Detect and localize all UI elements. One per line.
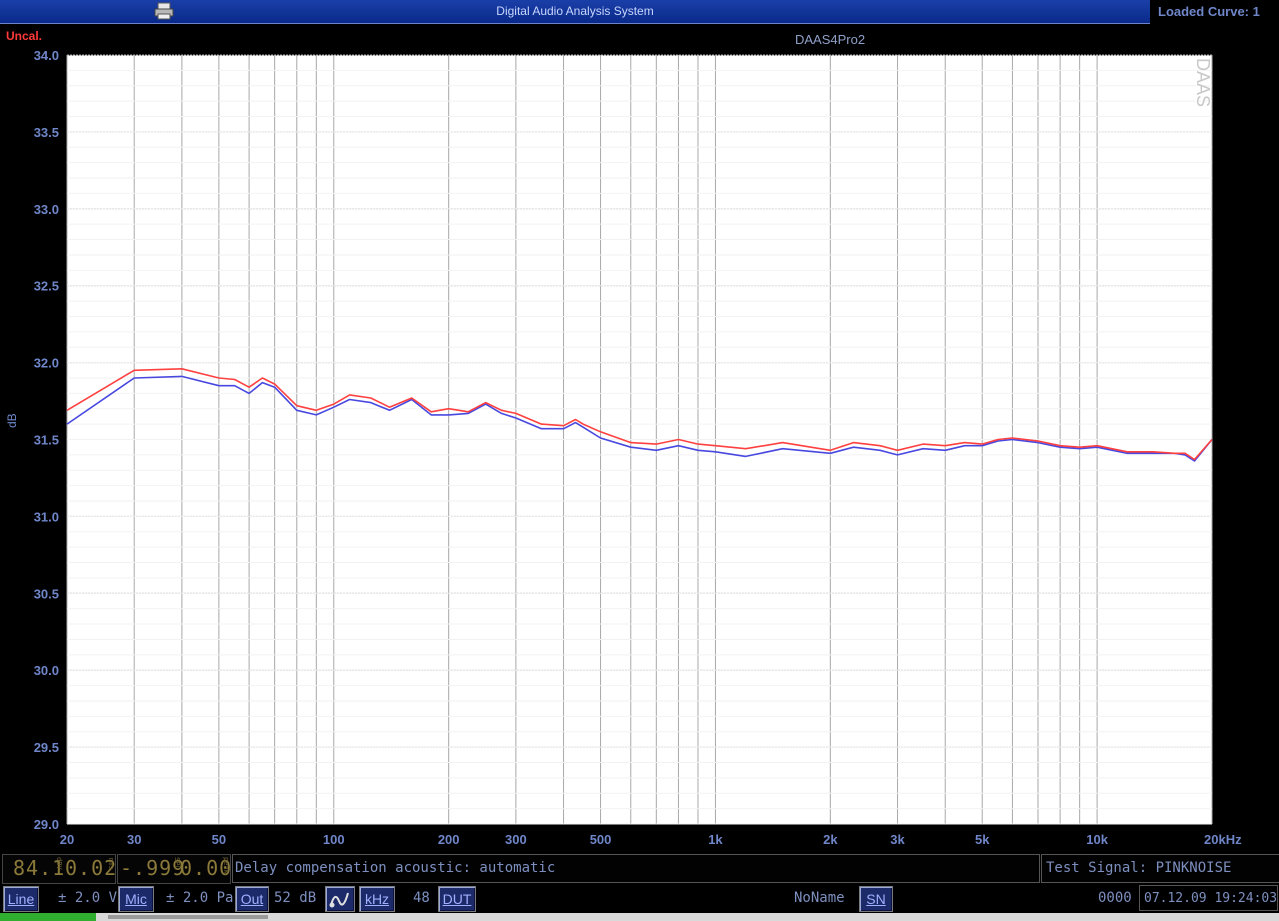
meter-peak-unit: peak [222,857,230,874]
x-tick-label: 3k [890,832,905,847]
title-bar: Digital Audio Analysis System [0,0,1150,24]
window-title: Digital Audio Analysis System [496,4,654,18]
y-tick-label: 33.0 [34,202,59,217]
sn-button[interactable]: SN [859,886,893,912]
meter-rms-unit: rms [107,857,115,870]
x-tick-label: 20 [60,832,74,847]
x-tick-label: 2k [823,832,838,847]
y-tick-label: 31.0 [34,509,59,524]
x-tick-label: 50 [212,832,226,847]
y-tick-label: 34.0 [34,48,59,63]
dut-button[interactable]: DUT [438,886,476,912]
y-tick-label: 33.5 [34,125,59,140]
x-tick-label: 300 [505,832,527,847]
delay-compensation-status: Delay compensation acoustic: automatic [232,854,1040,883]
x-tick-label: 20kHz [1204,832,1242,847]
meter-level-unit: dBV [55,857,63,870]
y-tick-label: 31.5 [34,433,59,448]
x-tick-label: 5k [975,832,990,847]
mic-button[interactable]: Mic [118,886,154,912]
y-tick-label: 32.5 [34,279,59,294]
x-tick-label: 100 [323,832,345,847]
out-level-value: 52 dB [274,890,317,906]
scrollbar-thumb[interactable] [108,915,268,919]
test-signal-status: Test Signal: PINKNOISE [1041,854,1279,883]
horizontal-scrollbar[interactable] [0,913,1279,921]
daas-watermark: DAAS [1193,58,1213,107]
y-tick-label: 29.0 [34,817,59,832]
khz-button[interactable]: kHz [359,886,395,912]
x-tick-label: 30 [127,832,141,847]
y-tick-label: 29.5 [34,740,59,755]
mic-range-value: ± 2.0 Pa [166,890,234,906]
spl-meter: -.999 SPL 0.00 peak [117,854,231,884]
sample-rate-value: 48 [413,890,430,906]
y-tick-label: 30.0 [34,663,59,678]
datetime-display: 07.12.09 19:24:03 [1139,885,1278,911]
taskbar-start-strip [0,913,96,921]
counter-value: 0000 [1098,890,1132,906]
x-tick-label: 200 [438,832,460,847]
line-range-value: ± 2.0 V [58,890,118,906]
level-meter: 84.1 dBV 0.02 rms [2,854,116,884]
frequency-response-chart[interactable]: 34.0 33.5 33.0 32.5 32.0 31.5 31.0 30.5 30.0 29.5… [0,40,1279,852]
y-tick-label: 30.5 [34,586,59,601]
x-tick-label: 10k [1086,832,1108,847]
line-button[interactable]: Line [3,886,39,912]
x-tick-label: 500 [590,832,612,847]
dut-name-value: NoName [794,890,845,906]
waveform-icon[interactable] [325,886,355,912]
loaded-curve-label: Loaded Curve: 1 [1151,0,1279,23]
out-button[interactable]: Out [235,886,269,912]
x-tick-label: 1k [708,832,723,847]
y-tick-label: 32.0 [34,356,59,371]
